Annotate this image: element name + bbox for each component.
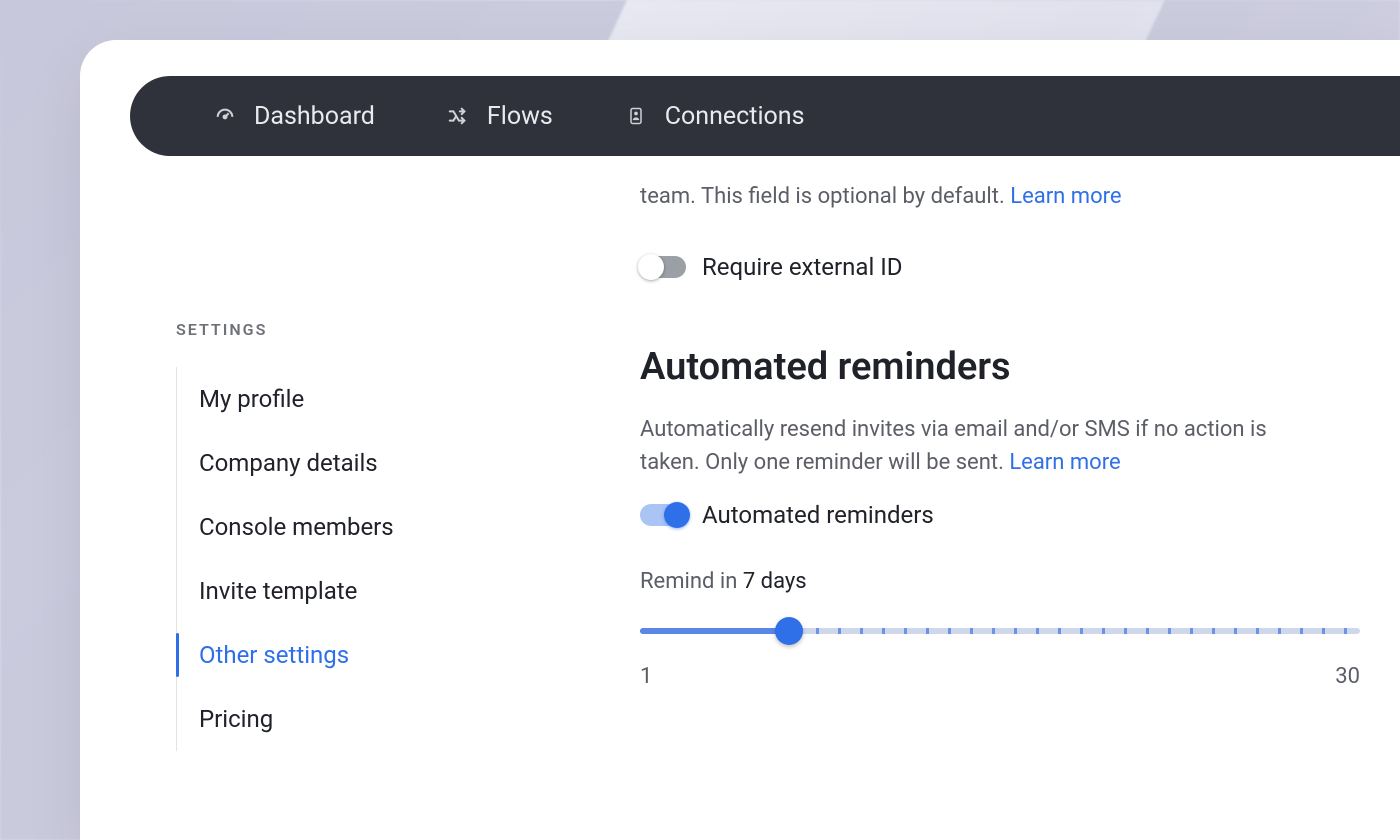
sidebar-item-console-members[interactable]: Console members: [177, 495, 536, 559]
users-icon: [625, 105, 647, 127]
nav-flows[interactable]: Flows: [447, 102, 553, 131]
nav-connections[interactable]: Connections: [625, 102, 805, 131]
section-title-reminders: Automated reminders: [640, 345, 1360, 389]
reminders-toggle-row: Automated reminders: [640, 501, 1360, 529]
remind-prefix: Remind in: [640, 569, 743, 594]
remind-value: 7 days: [743, 569, 807, 594]
sidebar-item-company-details[interactable]: Company details: [177, 431, 536, 495]
slider-min-label: 1: [640, 664, 652, 689]
settings-sidebar: SETTINGS My profile Company details Cons…: [176, 320, 536, 751]
main-content: team. This field is optional by default.…: [640, 180, 1360, 840]
toggle-knob: [638, 254, 664, 280]
sidebar-item-label: Console members: [199, 513, 394, 541]
toggle-label: Automated reminders: [702, 501, 934, 529]
toggle-knob: [664, 502, 690, 528]
nav-label: Dashboard: [254, 102, 375, 131]
slider-track-fill: [640, 628, 789, 634]
nav-label: Connections: [665, 102, 805, 131]
sidebar-item-label: Pricing: [199, 705, 273, 733]
nav-label: Flows: [487, 102, 553, 131]
sidebar-item-invite-template[interactable]: Invite template: [177, 559, 536, 623]
sidebar-list: My profile Company details Console membe…: [176, 367, 536, 751]
top-nav: Dashboard Flows Connections: [130, 76, 1400, 156]
remind-slider[interactable]: [640, 616, 1360, 646]
external-id-toggle[interactable]: [640, 256, 686, 278]
sidebar-item-label: Company details: [199, 449, 378, 477]
sidebar-heading: SETTINGS: [176, 320, 536, 339]
sidebar-item-label: Other settings: [199, 641, 349, 669]
sidebar-item-my-profile[interactable]: My profile: [177, 367, 536, 431]
external-id-toggle-row: Require external ID: [640, 253, 1360, 281]
slider-ends: 1 30: [640, 664, 1360, 689]
sidebar-item-pricing[interactable]: Pricing: [177, 687, 536, 751]
reminders-desc: Automatically resend invites via email a…: [640, 413, 1300, 479]
desc-text: team. This field is optional by default.: [640, 184, 1010, 209]
sidebar-item-other-settings[interactable]: Other settings: [177, 623, 536, 687]
app-card: Dashboard Flows Connections SETTINGS My …: [80, 40, 1400, 840]
slider-knob[interactable]: [775, 617, 803, 645]
learn-more-link[interactable]: Learn more: [1009, 450, 1120, 475]
sidebar-item-label: My profile: [199, 385, 304, 413]
gauge-icon: [214, 105, 236, 127]
remind-slider-wrap: Remind in 7 days 1 30: [640, 569, 1360, 689]
slider-max-label: 30: [1335, 664, 1360, 689]
reminders-toggle[interactable]: [640, 504, 686, 526]
sidebar-item-label: Invite template: [199, 577, 357, 605]
external-id-desc-tail: team. This field is optional by default.…: [640, 180, 1300, 213]
nav-dashboard[interactable]: Dashboard: [214, 102, 375, 131]
toggle-label: Require external ID: [702, 253, 903, 281]
learn-more-link[interactable]: Learn more: [1010, 184, 1121, 209]
desc-text: Automatically resend invites via email a…: [640, 417, 1267, 475]
shuffle-icon: [447, 105, 469, 127]
remind-label: Remind in 7 days: [640, 569, 1360, 594]
